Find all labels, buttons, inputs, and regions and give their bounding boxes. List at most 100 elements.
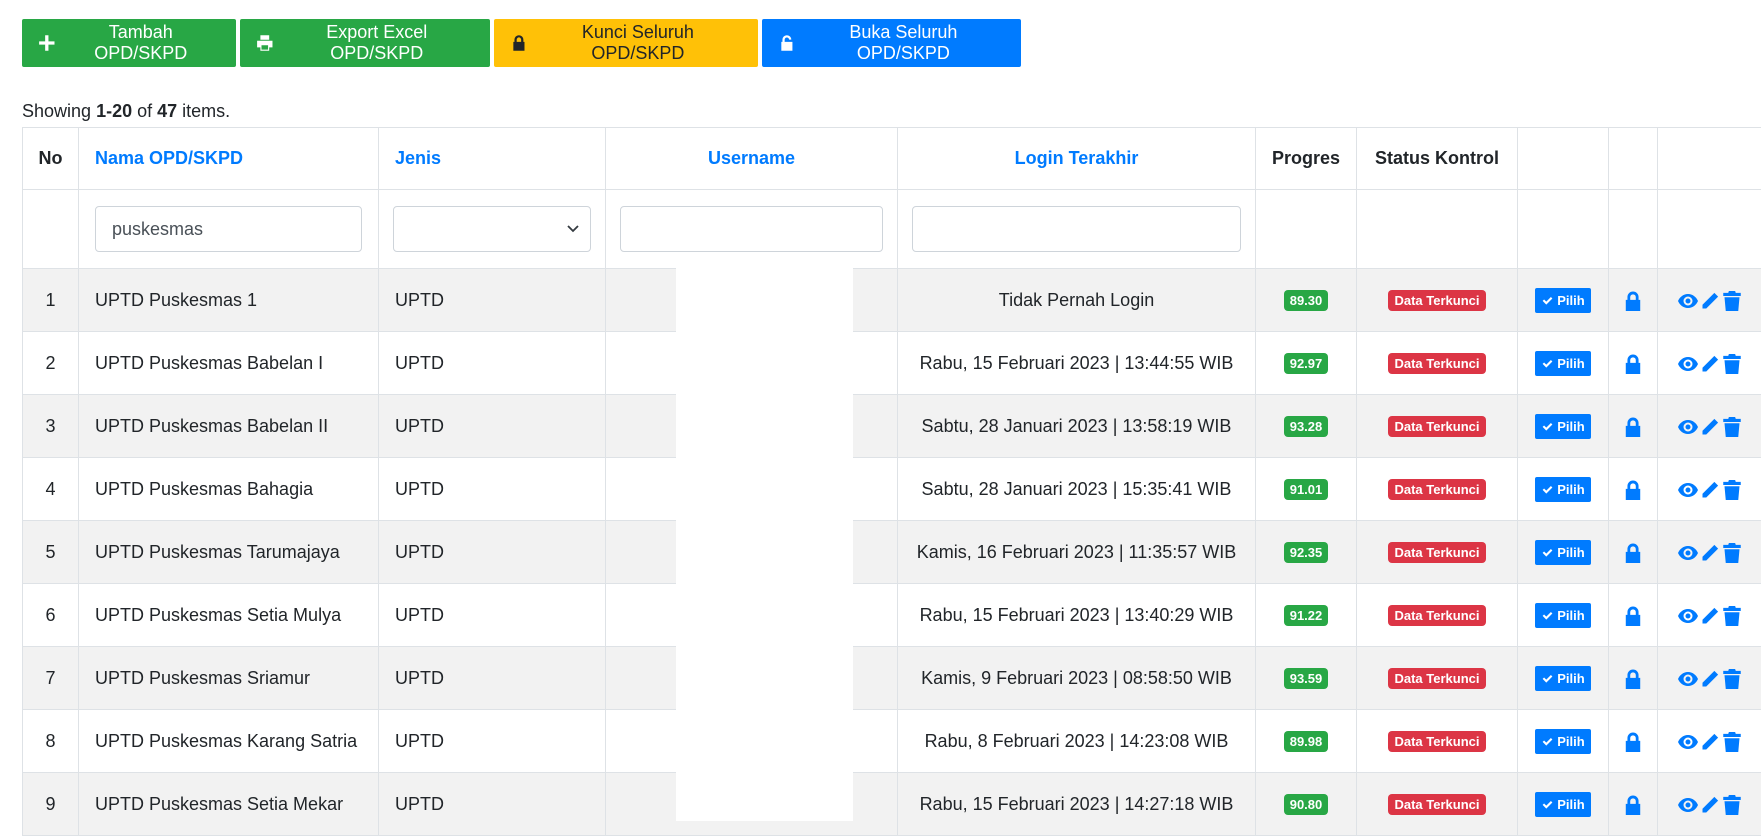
- table-body: 1 UPTD Puskesmas 1 UPTD Tidak Pernah Log…: [23, 269, 1761, 836]
- pilih-button[interactable]: Pilih: [1535, 288, 1590, 313]
- header-username[interactable]: Username: [606, 128, 898, 190]
- pencil-icon[interactable]: [1700, 543, 1720, 563]
- pilih-button[interactable]: Pilih: [1535, 729, 1590, 754]
- cell-actions: [1658, 773, 1761, 836]
- cell-jenis: UPTD: [379, 647, 606, 710]
- check-icon: [1541, 483, 1554, 496]
- pilih-label: Pilih: [1557, 608, 1584, 623]
- pencil-icon[interactable]: [1700, 795, 1720, 815]
- pilih-button[interactable]: Pilih: [1535, 351, 1590, 376]
- eye-icon[interactable]: [1678, 732, 1698, 752]
- eye-icon[interactable]: [1678, 291, 1698, 311]
- filter-nama-input[interactable]: [95, 206, 362, 252]
- export-excel-button[interactable]: Export Excel OPD/SKPD: [240, 19, 490, 67]
- header-nama[interactable]: Nama OPD/SKPD: [79, 128, 379, 190]
- cell-status: Data Terkunci: [1357, 773, 1518, 836]
- cell-nama: UPTD Puskesmas Bahagia: [79, 458, 379, 521]
- trash-icon[interactable]: [1722, 543, 1742, 563]
- lock-icon[interactable]: [1624, 480, 1642, 500]
- trash-icon[interactable]: [1722, 795, 1742, 815]
- lock-icon[interactable]: [1624, 795, 1642, 815]
- pilih-button[interactable]: Pilih: [1535, 477, 1590, 502]
- header-no: No: [23, 128, 79, 190]
- progress-badge: 92.97: [1284, 353, 1329, 374]
- lock-all-button[interactable]: Kunci Seluruh OPD/SKPD: [494, 19, 758, 67]
- filter-username-cell: [606, 190, 898, 269]
- trash-icon[interactable]: [1722, 732, 1742, 752]
- header-jenis[interactable]: Jenis: [379, 128, 606, 190]
- filter-login-input[interactable]: [912, 206, 1241, 252]
- cell-actions: [1658, 710, 1761, 773]
- eye-icon[interactable]: [1678, 795, 1698, 815]
- header-login[interactable]: Login Terakhir: [898, 128, 1256, 190]
- progress-badge: 93.59: [1284, 668, 1329, 689]
- pilih-button[interactable]: Pilih: [1535, 792, 1590, 817]
- trash-icon[interactable]: [1722, 669, 1742, 689]
- table-row: 2 UPTD Puskesmas Babelan I UPTD Rabu, 15…: [23, 332, 1761, 395]
- add-opd-button[interactable]: Tambah OPD/SKPD: [22, 19, 236, 67]
- pencil-icon[interactable]: [1700, 417, 1720, 437]
- cell-no: 6: [23, 584, 79, 647]
- status-badge: Data Terkunci: [1388, 731, 1485, 752]
- cell-lock: [1609, 710, 1658, 773]
- filter-empty: [1357, 190, 1518, 269]
- cell-progres: 92.35: [1256, 521, 1357, 584]
- toolbar: Tambah OPD/SKPD Export Excel OPD/SKPD Ku…: [22, 19, 1021, 67]
- trash-icon[interactable]: [1722, 480, 1742, 500]
- eye-icon[interactable]: [1678, 669, 1698, 689]
- unlock-all-button[interactable]: Buka Seluruh OPD/SKPD: [762, 19, 1021, 67]
- pilih-button[interactable]: Pilih: [1535, 666, 1590, 691]
- pencil-icon[interactable]: [1700, 606, 1720, 626]
- lock-icon[interactable]: [1624, 354, 1642, 374]
- cell-nama: UPTD Puskesmas Setia Mekar: [79, 773, 379, 836]
- pencil-icon[interactable]: [1700, 480, 1720, 500]
- cell-jenis: UPTD: [379, 458, 606, 521]
- pilih-button[interactable]: Pilih: [1535, 603, 1590, 628]
- cell-no: 7: [23, 647, 79, 710]
- eye-icon[interactable]: [1678, 606, 1698, 626]
- eye-icon[interactable]: [1678, 543, 1698, 563]
- lock-icon[interactable]: [1624, 732, 1642, 752]
- cell-jenis: UPTD: [379, 521, 606, 584]
- cell-pilih: Pilih: [1518, 521, 1609, 584]
- eye-icon[interactable]: [1678, 417, 1698, 437]
- trash-icon[interactable]: [1722, 606, 1742, 626]
- eye-icon[interactable]: [1678, 480, 1698, 500]
- cell-progres: 90.80: [1256, 773, 1357, 836]
- filter-login-cell: [898, 190, 1256, 269]
- header-status: Status Kontrol: [1357, 128, 1518, 190]
- cell-login: Sabtu, 28 Januari 2023 | 15:35:41 WIB: [898, 458, 1256, 521]
- add-opd-label: Tambah OPD/SKPD: [62, 22, 220, 64]
- pilih-label: Pilih: [1557, 545, 1584, 560]
- progress-badge: 91.01: [1284, 479, 1329, 500]
- status-badge: Data Terkunci: [1388, 542, 1485, 563]
- lock-icon[interactable]: [1624, 669, 1642, 689]
- filter-username-input[interactable]: [620, 206, 883, 252]
- lock-icon[interactable]: [1624, 417, 1642, 437]
- pilih-button[interactable]: Pilih: [1535, 540, 1590, 565]
- summary-suffix: items.: [177, 101, 230, 121]
- pencil-icon[interactable]: [1700, 354, 1720, 374]
- trash-icon[interactable]: [1722, 291, 1742, 311]
- table-row: 3 UPTD Puskesmas Babelan II UPTD Sabtu, …: [23, 395, 1761, 458]
- cell-progres: 89.98: [1256, 710, 1357, 773]
- trash-icon[interactable]: [1722, 417, 1742, 437]
- cell-no: 4: [23, 458, 79, 521]
- trash-icon[interactable]: [1722, 354, 1742, 374]
- cell-pilih: Pilih: [1518, 269, 1609, 332]
- pencil-icon[interactable]: [1700, 669, 1720, 689]
- lock-icon[interactable]: [1624, 291, 1642, 311]
- cell-nama: UPTD Puskesmas Setia Mulya: [79, 584, 379, 647]
- cell-login: Kamis, 16 Februari 2023 | 11:35:57 WIB: [898, 521, 1256, 584]
- lock-icon[interactable]: [1624, 606, 1642, 626]
- pilih-button[interactable]: Pilih: [1535, 414, 1590, 439]
- filter-jenis-select[interactable]: [393, 206, 591, 252]
- cell-nama: UPTD Puskesmas Karang Satria: [79, 710, 379, 773]
- eye-icon[interactable]: [1678, 354, 1698, 374]
- lock-icon[interactable]: [1624, 543, 1642, 563]
- pilih-label: Pilih: [1557, 734, 1584, 749]
- cell-login: Rabu, 15 Februari 2023 | 13:44:55 WIB: [898, 332, 1256, 395]
- progress-badge: 92.35: [1284, 542, 1329, 563]
- pencil-icon[interactable]: [1700, 291, 1720, 311]
- pencil-icon[interactable]: [1700, 732, 1720, 752]
